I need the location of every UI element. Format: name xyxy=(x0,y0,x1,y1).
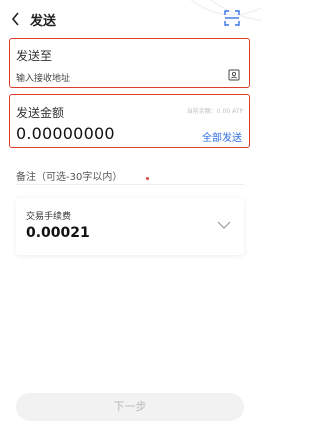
recipient-address-input[interactable]: 输入接收地址 xyxy=(16,71,70,84)
chevron-down-icon[interactable] xyxy=(216,220,232,230)
fee-card[interactable]: 交易手续费 0.00021 xyxy=(16,198,244,255)
recipient-label: 发送至 xyxy=(16,49,53,63)
next-button[interactable]: 下一步 xyxy=(16,393,244,421)
send-all-button[interactable]: 全部发送 xyxy=(202,129,242,144)
amount-input[interactable]: 0.00000000 xyxy=(16,124,115,143)
header-decoration xyxy=(190,0,261,21)
balance-text: 当前余额：0.00 ATP xyxy=(186,108,243,115)
scan-icon[interactable] xyxy=(223,9,241,27)
red-dot xyxy=(146,177,149,180)
recipient-section: 发送至 输入接收地址 xyxy=(9,38,250,88)
amount-label: 发送金额 xyxy=(16,106,65,120)
fee-label: 交易手续费 xyxy=(26,212,72,222)
fee-value: 0.00021 xyxy=(26,225,90,241)
remark-input[interactable]: 备注（可选-30字以内） xyxy=(16,168,122,183)
address-book-icon[interactable] xyxy=(228,69,240,81)
header: 发送 xyxy=(0,0,261,38)
amount-section: 发送金额 当前余额：0.00 ATP 0.00000000 全部发送 xyxy=(9,94,250,148)
back-icon[interactable] xyxy=(10,11,22,27)
page-title: 发送 xyxy=(30,14,57,29)
remark-divider xyxy=(16,184,244,185)
